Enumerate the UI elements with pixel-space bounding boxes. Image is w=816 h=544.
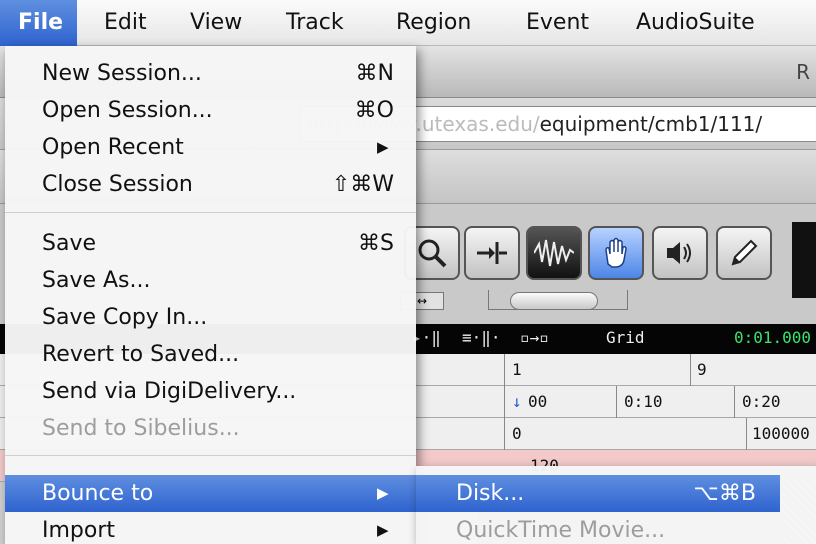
ruler-bar-9: 9 — [697, 360, 707, 379]
menu-audiosuite[interactable]: AudioSuite — [636, 0, 755, 46]
menu-item-send-to-sibelius: Send to Sibelius... — [5, 410, 416, 447]
grid-value[interactable]: 0:01.000 — [734, 328, 811, 347]
menu-item-save-copy-in[interactable]: Save Copy In... — [5, 299, 416, 336]
menu-item-bounce-to[interactable]: Bounce to ▶ — [5, 475, 416, 512]
menu-item-save-as[interactable]: Save As... — [5, 262, 416, 299]
menu-item-label: Bounce to — [42, 481, 154, 506]
ruler-sample-100000: 100000 — [752, 424, 810, 443]
counter-display — [792, 222, 816, 298]
menu-item-open-session[interactable]: Open Session... ⌘O — [5, 92, 416, 129]
file-menu: New Session... ⌘N Open Session... ⌘O Ope… — [5, 46, 416, 544]
ruler-time-10: 0:10 — [624, 392, 663, 411]
menu-item-shortcut: ⇧⌘W — [331, 172, 394, 197]
menu-item-label: Save Copy In... — [42, 305, 208, 330]
menu-item-open-recent[interactable]: Open Recent ▶ — [5, 129, 416, 166]
submenu-item-disk[interactable]: Disk... ⌥⌘B — [416, 475, 780, 512]
menu-track[interactable]: Track — [286, 0, 344, 46]
menu-item-revert-to-saved[interactable]: Revert to Saved... — [5, 336, 416, 373]
menu-item-label: Send to Sibelius... — [42, 416, 240, 441]
menu-region[interactable]: Region — [396, 0, 471, 46]
grid-label[interactable]: Grid — [606, 328, 645, 347]
menu-separator — [5, 212, 416, 213]
menu-item-shortcut: ⌘O — [354, 98, 394, 123]
ruler-time-20: 0:20 — [742, 392, 781, 411]
menu-item-new-session[interactable]: New Session... ⌘N — [5, 55, 416, 92]
tool-scrubber-thumb[interactable] — [510, 292, 598, 310]
submenu-arrow-icon: ▶ — [377, 138, 389, 156]
menu-event[interactable]: Event — [526, 0, 589, 46]
pencil-icon[interactable] — [716, 226, 772, 280]
address-bar-path: equipment/cmb1/111/ — [539, 112, 763, 136]
menu-view[interactable]: View — [190, 0, 242, 46]
menu-file[interactable]: File — [0, 0, 78, 46]
bounce-to-submenu: Disk... ⌥⌘B QuickTime Movie... — [416, 466, 816, 544]
menu-item-label: QuickTime Movie... — [456, 518, 666, 543]
trim-icon[interactable] — [464, 226, 520, 280]
menu-item-label: Save — [42, 231, 97, 256]
grabber-icon[interactable] — [588, 226, 644, 280]
menu-item-label: Open Session... — [42, 98, 213, 123]
ruler-sample-0: 0 — [512, 424, 522, 443]
ruler-time-0: 00 — [528, 392, 548, 411]
ruler-bar-1: 1 — [512, 360, 522, 379]
menu-item-save[interactable]: Save ⌘S — [5, 225, 416, 262]
submenu-arrow-icon: ▶ — [377, 521, 389, 539]
menu-item-label: Save As... — [42, 268, 151, 293]
menu-item-label: Revert to Saved... — [42, 342, 240, 367]
menu-item-label: Open Recent — [42, 135, 184, 160]
menu-item-shortcut: ⌥⌘B — [693, 481, 756, 506]
menu-item-label: New Session... — [42, 61, 202, 86]
speaker-icon[interactable] — [652, 226, 708, 280]
slip-mode-icon[interactable]: ≡·‖· — [462, 328, 501, 347]
menu-separator — [5, 455, 416, 456]
menu-item-close-session[interactable]: Close Session ⇧⌘W — [5, 166, 416, 203]
menu-edit[interactable]: Edit — [104, 0, 147, 46]
menu-item-label: Close Session — [42, 172, 193, 197]
menu-item-label: Send via DigiDelivery... — [42, 379, 297, 404]
submenu-arrow-icon: ▶ — [377, 484, 389, 502]
menu-item-label: Import — [42, 518, 116, 543]
window-title: R — [796, 60, 810, 84]
submenu-item-quicktime-movie: QuickTime Movie... — [416, 512, 780, 544]
shuffle-mode-icon[interactable]: ▸·‖ — [412, 328, 441, 347]
menu-bar: File Edit View Track Region Event AudioS… — [0, 0, 816, 46]
menu-item-shortcut: ⌘N — [355, 61, 394, 86]
menu-item-shortcut: ⌘S — [358, 231, 394, 256]
spot-mode-icon[interactable]: ▫→▫ — [520, 328, 549, 347]
selector-icon[interactable] — [526, 226, 582, 280]
playhead-marker-icon[interactable]: ↓ — [512, 392, 522, 411]
menu-item-send-via-digidelivery[interactable]: Send via DigiDelivery... — [5, 373, 416, 410]
menu-item-import[interactable]: Import ▶ — [5, 512, 416, 544]
menu-item-label: Disk... — [456, 481, 525, 506]
